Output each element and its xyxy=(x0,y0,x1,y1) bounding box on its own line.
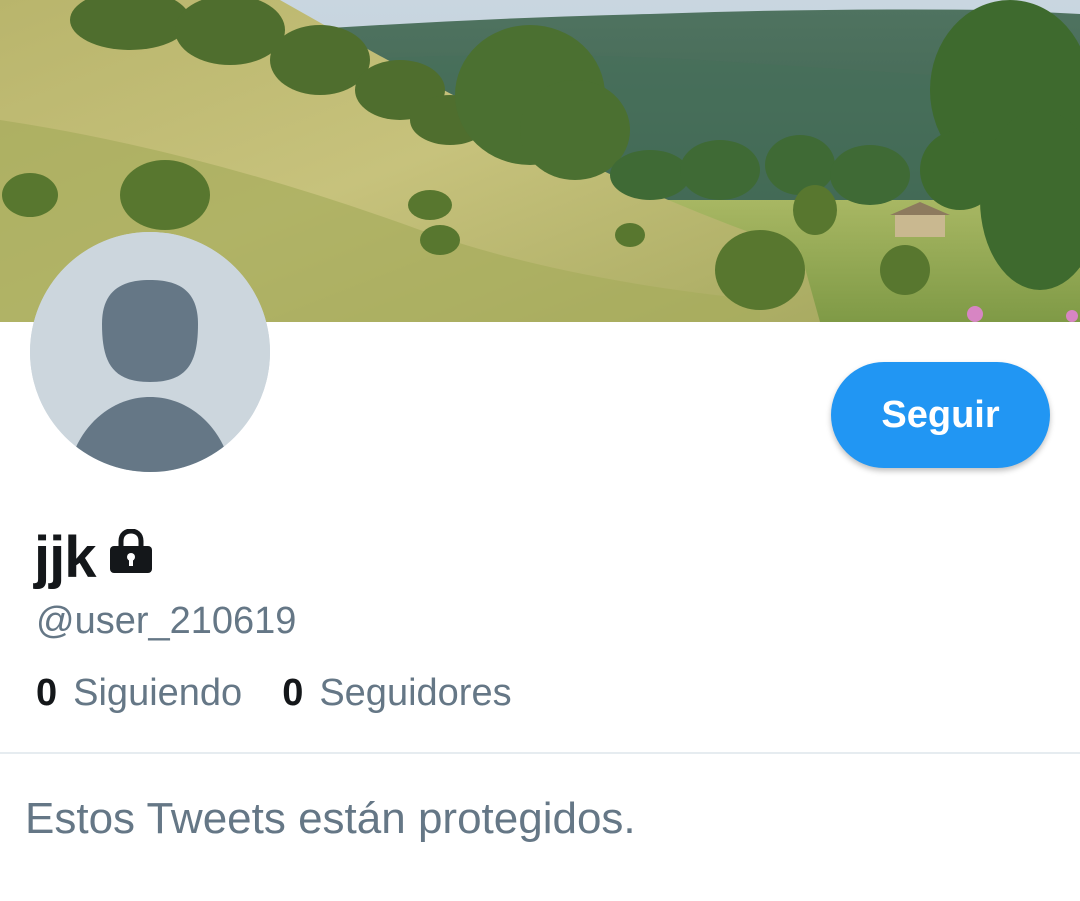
followers-stat[interactable]: 0 Seguidores xyxy=(282,672,511,715)
display-name: jjk xyxy=(34,524,96,590)
profile-stats: 0 Siguiendo 0 Seguidores xyxy=(36,672,552,715)
display-name-row: jjk xyxy=(34,522,154,592)
followers-label: Seguidores xyxy=(319,672,512,714)
user-handle: @user_210619 xyxy=(36,600,297,642)
profile-page: Seguir jjk @user_210619 0 Siguiendo 0 Se… xyxy=(0,0,1080,901)
default-avatar-icon xyxy=(30,232,270,472)
followers-count: 0 xyxy=(282,672,304,714)
avatar[interactable] xyxy=(30,232,270,472)
divider xyxy=(0,752,1080,754)
following-label: Siguiendo xyxy=(73,672,243,714)
lock-icon xyxy=(108,527,154,578)
following-stat[interactable]: 0 Siguiendo xyxy=(36,672,242,715)
follow-button[interactable]: Seguir xyxy=(831,362,1050,468)
following-count: 0 xyxy=(36,672,58,714)
protected-tweets-message: Estos Tweets están protegidos. xyxy=(25,794,636,843)
